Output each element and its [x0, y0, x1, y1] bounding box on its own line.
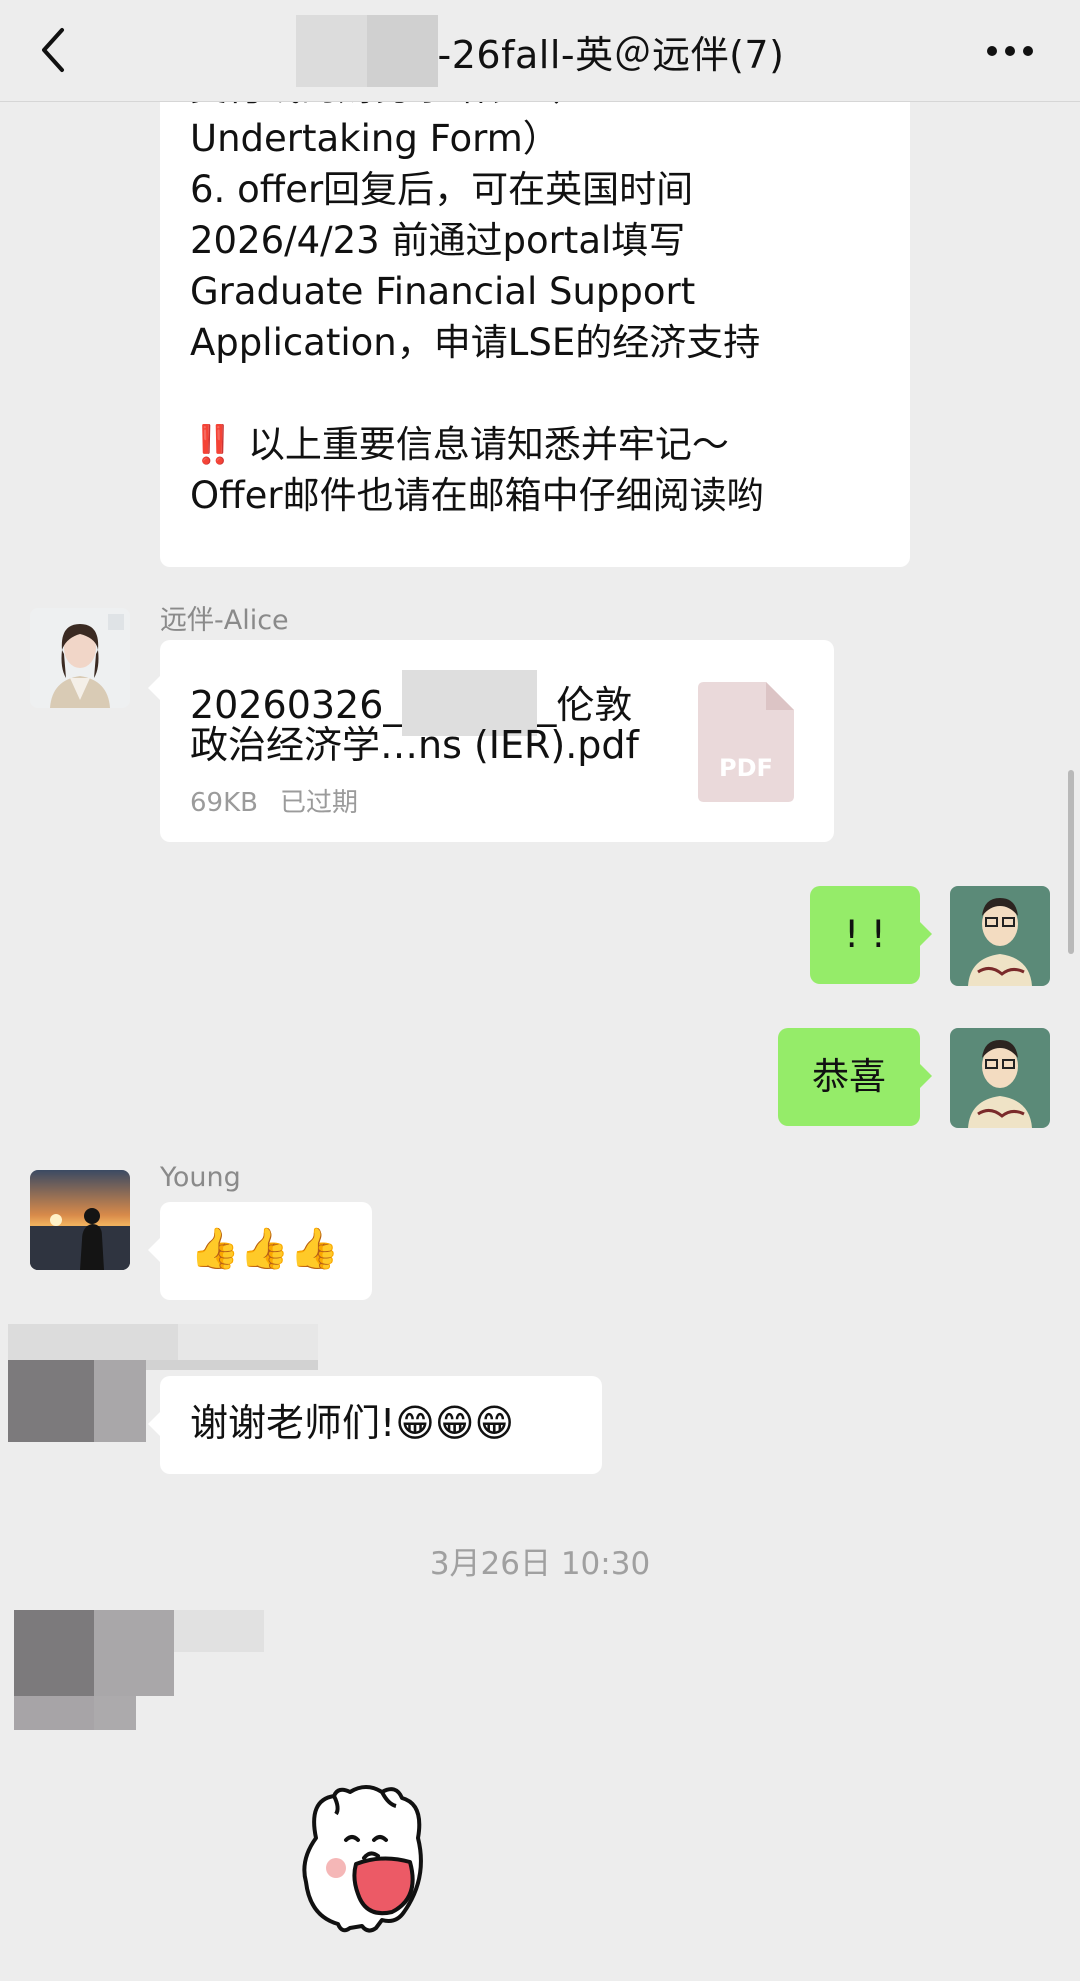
sender-name-young: Young	[160, 1162, 241, 1193]
self-message-text: 恭喜	[812, 1055, 886, 1098]
file-meta: 69KB 已过期	[190, 782, 358, 819]
hamster-sticker[interactable]	[286, 1778, 446, 1934]
scrollbar-thumb[interactable]	[1068, 770, 1074, 954]
file-size: 69KB	[190, 788, 258, 818]
back-icon[interactable]	[30, 22, 76, 78]
thanks-message-bubble[interactable]: 谢谢老师们!😁😁😁	[160, 1376, 602, 1474]
avatar-self[interactable]	[950, 886, 1050, 986]
thanks-message-text: 谢谢老师们!😁😁😁	[190, 1401, 515, 1445]
bubble-tail	[148, 1412, 160, 1436]
file-name-line2: 政治经济学…ns (IER).pdf	[190, 723, 639, 767]
file-status: 已过期	[279, 788, 358, 818]
pdf-file-icon: PDF	[698, 682, 794, 802]
file-message-bubble[interactable]: 20260326_ _伦敦 政治经济学…ns (IER).pdf 69KB 已过期 …	[160, 640, 834, 842]
pdf-icon-label: PDF	[719, 754, 773, 782]
avatar-self[interactable]	[950, 1028, 1050, 1128]
young-message-bubble[interactable]: 👍👍👍	[160, 1202, 372, 1300]
self-message-bubble[interactable]: ! !	[810, 886, 920, 984]
message-timestamp: 3月26日 10:30	[429, 1546, 651, 1582]
chat-title[interactable]: -26fall-英＠远伴(7)	[0, 0, 1080, 102]
more-options-icon[interactable]	[980, 26, 1040, 76]
bubble-tail	[148, 1238, 160, 1262]
avatar-young[interactable]	[30, 1170, 130, 1270]
redacted-avatar	[14, 1610, 264, 1730]
long-message-row: 支付线的财务承诺表（Financial Undertaking Form） 6.…	[0, 102, 1080, 572]
bubble-tail	[148, 676, 160, 700]
self-message-text: ! !	[844, 913, 886, 956]
redacted-title-part	[295, 15, 438, 87]
long-message-text: 支付线的财务承诺表（Financial Undertaking Form） 6.…	[190, 102, 764, 517]
long-message-bubble[interactable]: 支付线的财务承诺表（Financial Undertaking Form） 6.…	[160, 102, 910, 567]
sender-name-alice: 远伴-Alice	[160, 605, 289, 636]
young-message-text: 👍👍👍	[190, 1226, 340, 1272]
bubble-tail	[920, 1064, 932, 1088]
bubble-tail	[920, 922, 932, 946]
avatar-alice[interactable]	[30, 608, 130, 708]
chat-title-text: -26fall-英＠远伴(7)	[437, 32, 785, 77]
self-message-bubble[interactable]: 恭喜	[778, 1028, 920, 1126]
